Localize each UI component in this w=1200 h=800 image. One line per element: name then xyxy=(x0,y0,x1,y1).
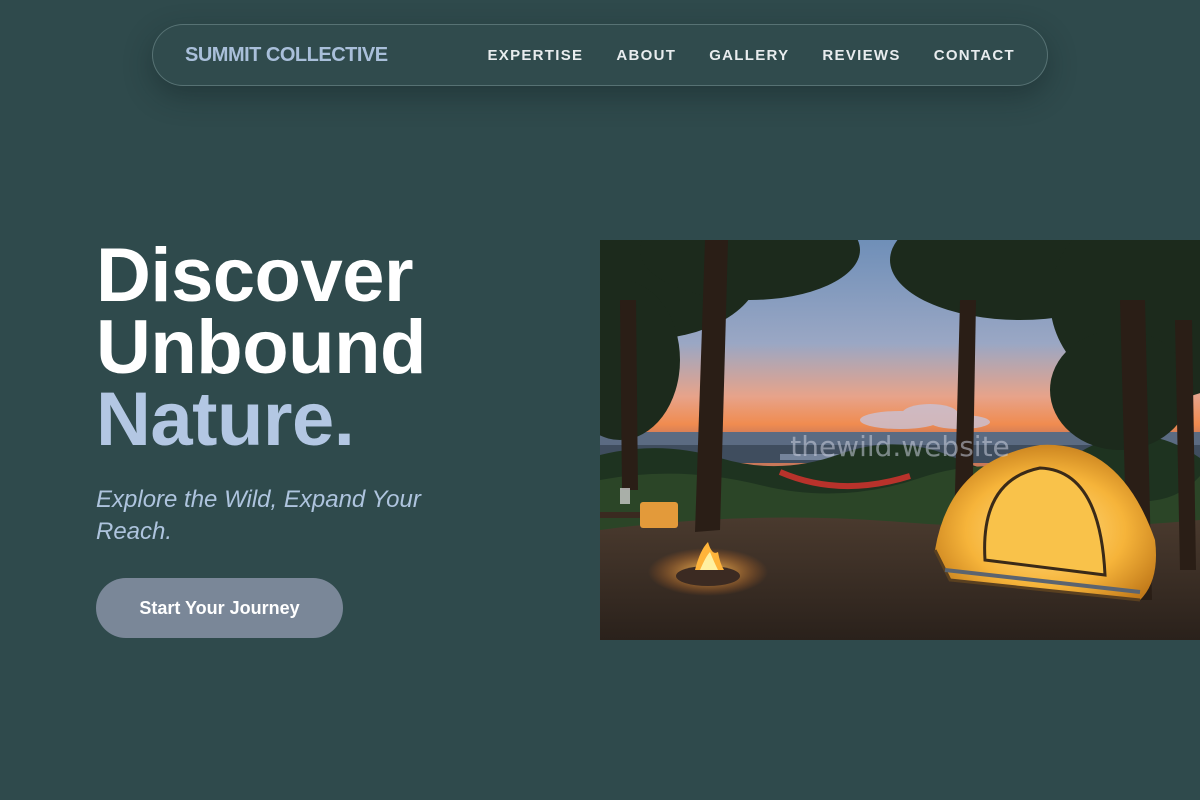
photo-watermark: thewild.website xyxy=(790,430,1010,463)
hero-photo: thewild.website xyxy=(600,240,1200,640)
hero-section: Discover Unbound Nature. Explore the Wil… xyxy=(96,233,556,548)
hero-tagline: Explore the Wild, Expand Your Reach. xyxy=(96,486,421,545)
headline-line-2: Unbound xyxy=(96,305,426,390)
headline-line-3: Nature. xyxy=(96,377,355,462)
start-journey-button[interactable]: Start Your Journey xyxy=(96,578,343,638)
nav-link-contact[interactable]: CONTACT xyxy=(934,47,1015,64)
nav-link-reviews[interactable]: REVIEWS xyxy=(822,47,900,64)
brand-logo[interactable]: SUMMIT COLLECTIVE xyxy=(185,44,388,67)
nav-link-about[interactable]: ABOUT xyxy=(616,47,676,64)
nav-link-gallery[interactable]: GALLERY xyxy=(709,47,789,64)
top-navbar: SUMMIT COLLECTIVE EXPERTISE ABOUT GALLER… xyxy=(152,24,1048,86)
headline-line-1: Discover xyxy=(96,233,414,318)
nav-links: EXPERTISE ABOUT GALLERY REVIEWS CONTACT xyxy=(487,47,1015,64)
hero-headline: Discover Unbound Nature. xyxy=(96,233,556,462)
nav-link-expertise[interactable]: EXPERTISE xyxy=(487,47,583,64)
